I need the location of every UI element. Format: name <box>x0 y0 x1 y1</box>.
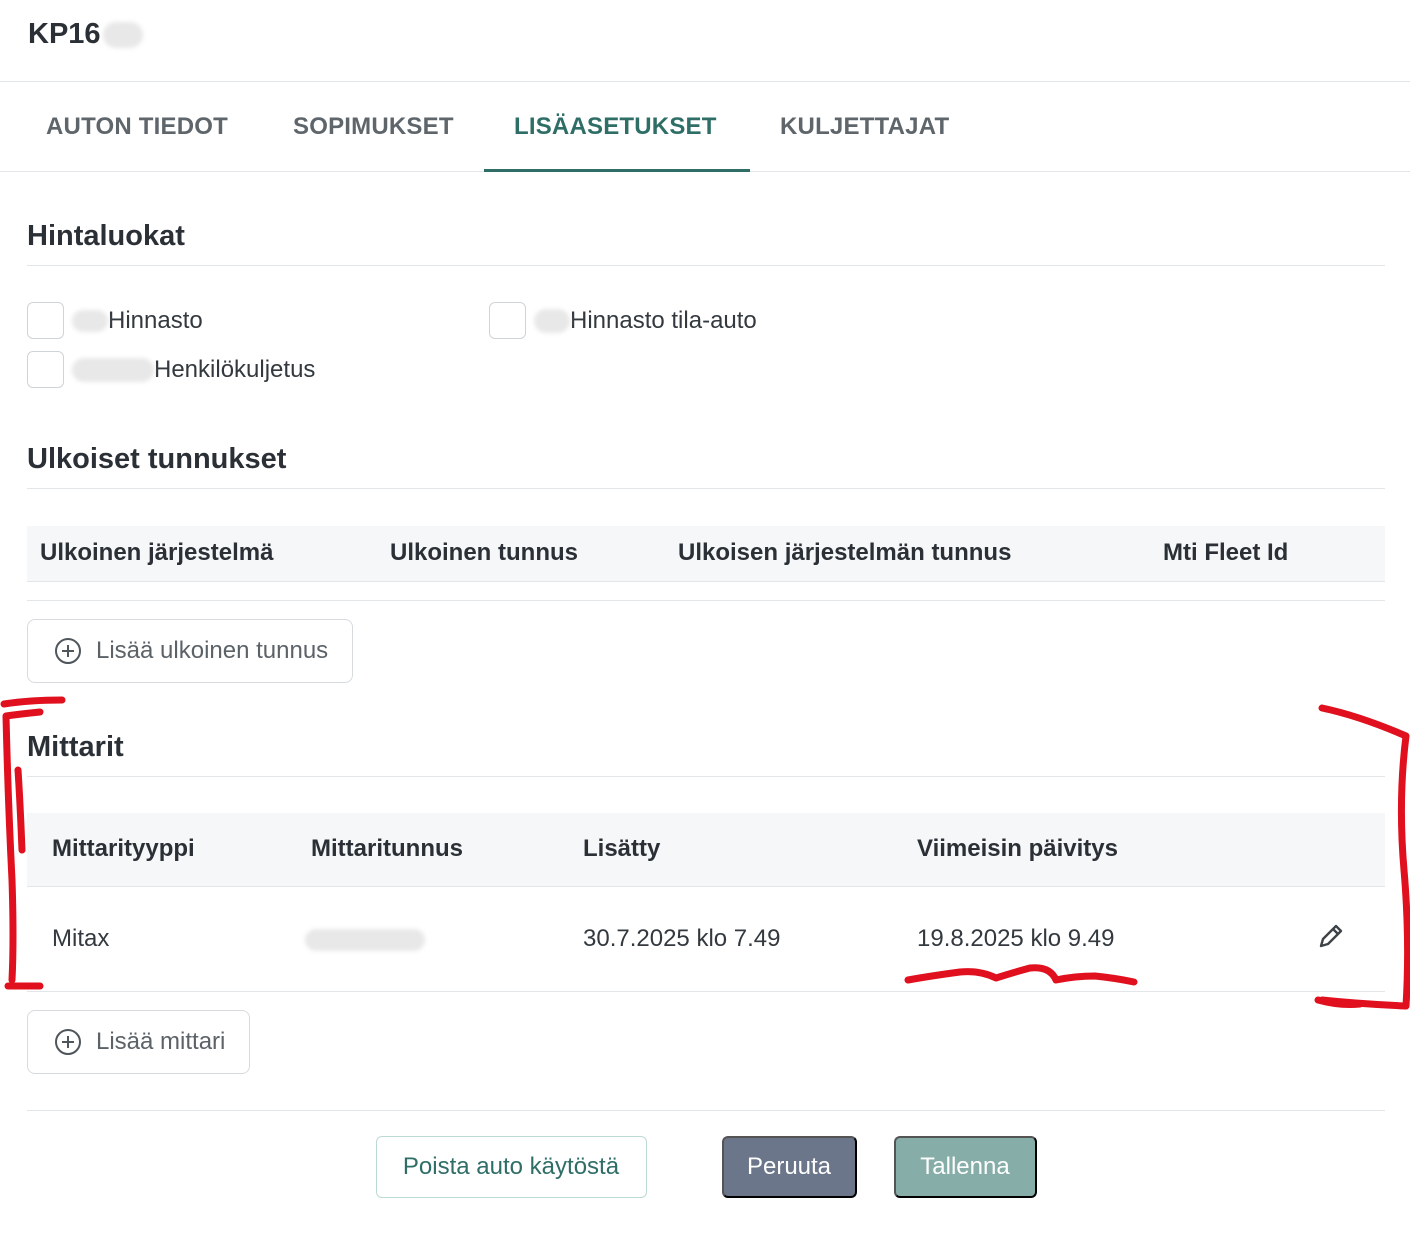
page-title: KP16 <box>28 18 143 51</box>
price-class-label: Hinnasto <box>108 306 203 334</box>
column-header: Ulkoisen järjestelmän tunnus <box>665 526 1150 582</box>
column-header: Ulkoinen järjestelmä <box>27 526 377 582</box>
tab-sopimukset[interactable]: SOPIMUKSET <box>263 82 484 171</box>
meters-title: Mittarit <box>27 731 1385 777</box>
meter-updated-cell: 19.8.2025 klo 9.49 <box>892 886 1295 992</box>
checkbox[interactable] <box>27 302 64 339</box>
add-meter-label: Lisää mittari <box>96 1028 226 1055</box>
tab-auton-tiedot[interactable]: AUTON TIEDOT <box>16 82 263 171</box>
table-header-row: Ulkoinen järjestelmä Ulkoinen tunnus Ulk… <box>27 526 1385 582</box>
add-meter-button[interactable]: Lisää mittari <box>27 1010 251 1074</box>
column-header: Ulkoinen tunnus <box>377 526 665 582</box>
external-ids-table: Ulkoinen järjestelmä Ulkoinen tunnus Ulk… <box>27 526 1385 601</box>
footer-divider <box>27 1110 1385 1111</box>
meter-added-cell: 30.7.2025 klo 7.49 <box>558 886 892 992</box>
add-external-id-button[interactable]: Lisää ulkoinen tunnus <box>27 618 354 683</box>
meter-id-cell <box>286 886 558 992</box>
checkbox[interactable] <box>489 302 526 339</box>
external-ids-section: Ulkoiset tunnukset Ulkoinen järjestelmä … <box>27 443 1385 683</box>
column-header-actions <box>1295 812 1385 887</box>
external-ids-title: Ulkoiset tunnukset <box>27 443 1385 489</box>
price-classes-section: Hintaluokat Hinnasto Hinnasto tila-auto … <box>27 220 1385 388</box>
tab-lisaasetukset[interactable]: LISÄASETUKSET <box>484 82 750 172</box>
price-classes-title: Hintaluokat <box>27 220 1385 266</box>
price-class-label: Henkilökuljetus <box>154 355 316 383</box>
column-header: Lisätty <box>558 812 892 887</box>
meters-table: Mittarityyppi Mittaritunnus Lisätty Viim… <box>27 812 1385 992</box>
empty-table-row <box>27 581 1385 601</box>
table-header-row: Mittarityyppi Mittaritunnus Lisätty Viim… <box>27 812 1385 887</box>
meter-actions-cell <box>1295 886 1385 992</box>
price-class-hinnasto-tila-auto[interactable]: Hinnasto tila-auto <box>489 302 951 339</box>
page-title-text: KP16 <box>28 18 101 50</box>
redacted-meter-id <box>305 928 425 951</box>
tab-kuljettajat[interactable]: KULJETTAJAT <box>750 82 979 171</box>
column-header: Viimeisin päivitys <box>892 812 1295 887</box>
cancel-button[interactable]: Peruuta <box>721 1136 857 1198</box>
page-header: KP16 <box>0 0 1410 82</box>
disable-car-button[interactable]: Poista auto käytöstä <box>375 1136 647 1198</box>
meter-type-cell: Mitax <box>27 886 286 992</box>
redacted-text <box>72 357 154 382</box>
price-class-hinnasto[interactable]: Hinnasto <box>27 302 489 339</box>
settings-content: Hintaluokat Hinnasto Hinnasto tila-auto … <box>0 220 1410 1198</box>
column-header: Mti Fleet Id <box>1150 526 1385 582</box>
meters-section: Mittarit Mittarityyppi Mittaritunnus Lis… <box>27 731 1385 1074</box>
checkbox[interactable] <box>27 351 64 388</box>
table-row: Mitax 30.7.2025 klo 7.49 19.8.2025 klo 9… <box>27 886 1385 992</box>
save-button[interactable]: Tallenna <box>893 1136 1037 1198</box>
redacted-text <box>534 308 570 333</box>
form-actions: Poista auto käytöstä Peruuta Tallenna <box>27 1136 1385 1198</box>
add-external-id-label: Lisää ulkoinen tunnus <box>96 636 329 664</box>
redacted-text <box>72 309 108 332</box>
price-class-henkilokuljetus[interactable]: Henkilökuljetus <box>27 351 489 388</box>
plus-circle-icon <box>55 1029 81 1055</box>
column-header: Mittarityyppi <box>27 812 286 887</box>
pencil-icon[interactable] <box>1317 922 1345 950</box>
tab-bar: AUTON TIEDOT SOPIMUKSET LISÄASETUKSET KU… <box>0 82 1410 172</box>
redacted-title-suffix <box>102 21 143 48</box>
column-header: Mittaritunnus <box>286 812 558 887</box>
price-class-list: Hinnasto Hinnasto tila-auto Henkilökulje… <box>27 302 1385 388</box>
plus-circle-icon <box>55 637 81 664</box>
price-class-label: Hinnasto tila-auto <box>570 306 757 334</box>
